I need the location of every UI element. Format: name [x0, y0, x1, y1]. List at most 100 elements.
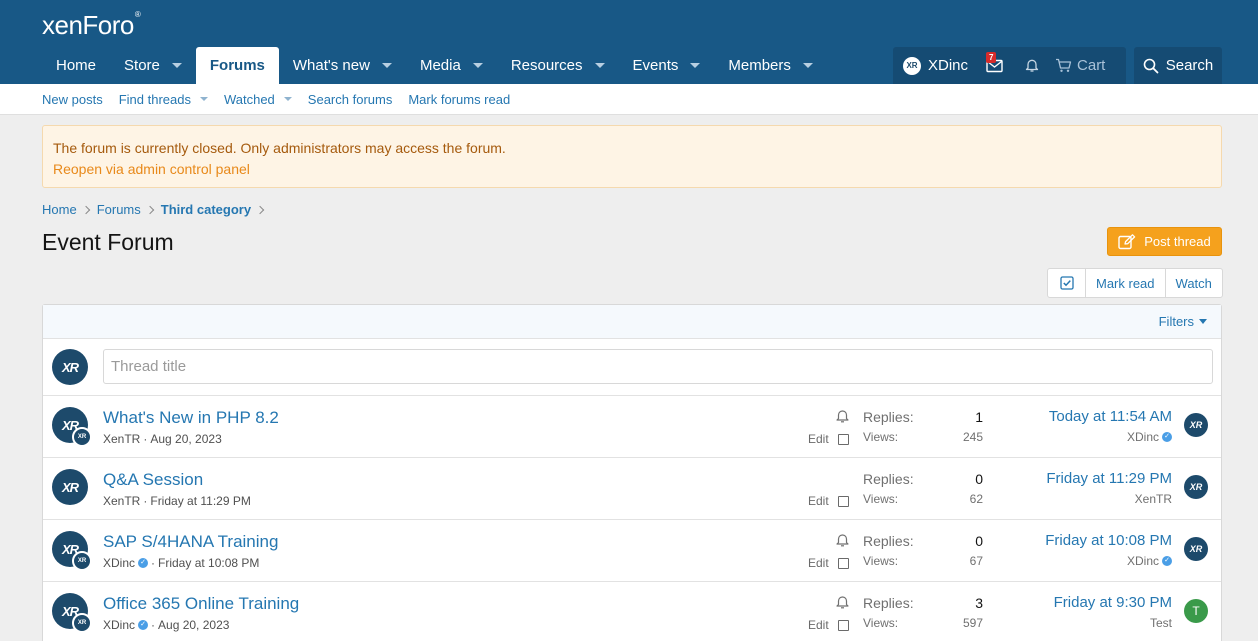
chevron-down-icon[interactable]	[802, 63, 813, 68]
breadcrumb-third-category[interactable]: Third category	[161, 202, 251, 217]
last-poster-mini-avatar[interactable]: XR	[72, 551, 92, 571]
verified-icon: ✓	[1162, 556, 1172, 566]
edit-link[interactable]: Edit	[808, 494, 829, 508]
subnav-find-threads[interactable]: Find threads	[119, 92, 208, 107]
avatar[interactable]: XR	[1184, 475, 1208, 499]
views-count: 245	[962, 430, 983, 444]
search-button[interactable]: Search	[1134, 47, 1222, 84]
alerts-button[interactable]	[1025, 47, 1039, 84]
table-row: XR Q&A Session XenTR · Friday at 11:29 PM Edi…	[43, 458, 1221, 520]
last-poster-mini-avatar[interactable]: XR	[72, 613, 92, 633]
site-logo[interactable]: xenForo®	[42, 10, 141, 41]
select-threads-button[interactable]	[1048, 269, 1085, 297]
select-checkbox[interactable]	[837, 495, 849, 507]
thread-author[interactable]: XenTR	[103, 494, 140, 508]
chevron-down-icon[interactable]	[171, 63, 182, 68]
thread-meta: XenTR · Friday at 11:29 PM	[103, 494, 251, 508]
last-poster: XenTR	[1135, 492, 1172, 506]
nav-tab-resources[interactable]: Resources	[497, 47, 619, 84]
views-label: Views:	[863, 554, 899, 568]
last-post-date[interactable]: Today at 11:54 AM	[1049, 408, 1172, 425]
chevron-down-icon[interactable]	[381, 63, 392, 68]
avatar[interactable]: XR	[52, 469, 88, 505]
cart-button[interactable]: Cart	[1055, 47, 1105, 84]
checkbox-icon	[1059, 276, 1074, 290]
nav-tab-events[interactable]: Events	[619, 47, 715, 84]
last-post-date[interactable]: Friday at 10:08 PM	[1045, 532, 1172, 549]
thread-rows: XR XR What's New in PHP 8.2 XenTR · Aug 20, 2…	[43, 396, 1221, 641]
mark-read-button[interactable]: Mark read	[1085, 269, 1165, 297]
nav-tab-whats-new[interactable]: What's new	[279, 47, 406, 84]
account-menu[interactable]: XR XDinc	[893, 47, 968, 84]
nav-tab-forums[interactable]: Forums	[195, 47, 279, 84]
post-thread-button[interactable]: Post thread	[1107, 227, 1222, 256]
forum-closed-notice: The forum is currently closed. Only admi…	[42, 125, 1222, 188]
select-checkbox[interactable]	[837, 433, 849, 445]
avatar[interactable]: XR	[52, 349, 88, 385]
nav-tab-home[interactable]: Home	[42, 47, 110, 84]
chevron-right-icon	[255, 205, 265, 214]
cart-label: Cart	[1077, 57, 1106, 74]
thread-title-link[interactable]: SAP S/4HANA Training	[103, 532, 278, 552]
nav-tab-media[interactable]: Media	[406, 47, 497, 84]
thread-author[interactable]: XenTR	[103, 432, 140, 446]
thread-start-date[interactable]: Friday at 11:29 PM	[150, 494, 251, 508]
subnav-new-posts[interactable]: New posts	[42, 92, 103, 107]
chevron-down-icon[interactable]	[594, 63, 605, 68]
avatar[interactable]: XR	[1184, 413, 1208, 437]
last-post-date[interactable]: Friday at 11:29 PM	[1046, 470, 1172, 487]
nav-tab-members[interactable]: Members	[714, 47, 827, 84]
thread-author[interactable]: XDinc	[103, 618, 135, 632]
replies-label: Replies:	[863, 409, 914, 425]
last-post-date[interactable]: Friday at 9:30 PM	[1054, 594, 1172, 611]
subnav-search-forums[interactable]: Search forums	[308, 92, 393, 107]
chevron-right-icon	[81, 205, 90, 214]
inbox-button[interactable]: 7	[986, 47, 1003, 84]
bell-icon	[836, 534, 849, 547]
thread-start-date[interactable]: Aug 20, 2023	[158, 618, 229, 632]
last-poster-name[interactable]: XDinc	[1127, 554, 1159, 568]
chevron-down-icon[interactable]	[199, 97, 208, 101]
last-poster-mini-avatar[interactable]: XR	[72, 427, 92, 447]
thread-start-date[interactable]: Aug 20, 2023	[150, 432, 221, 446]
edit-link[interactable]: Edit	[808, 432, 829, 446]
bell-icon	[836, 410, 849, 423]
bell-icon	[1025, 59, 1039, 72]
views-label: Views:	[863, 616, 899, 630]
nav-tab-store[interactable]: Store	[110, 47, 196, 84]
filters-button[interactable]: Filters	[1159, 314, 1207, 329]
thread-title-link[interactable]: Office 365 Online Training	[103, 594, 299, 614]
select-checkbox[interactable]	[837, 557, 849, 569]
chevron-down-icon[interactable]	[283, 97, 292, 101]
last-poster: Test	[1150, 616, 1172, 630]
thread-title-input[interactable]	[103, 349, 1213, 384]
breadcrumb-home[interactable]: Home	[42, 202, 77, 217]
edit-link[interactable]: Edit	[808, 556, 829, 570]
last-poster-name[interactable]: Test	[1150, 616, 1172, 630]
edit-link[interactable]: Edit	[808, 618, 829, 632]
chevron-down-icon[interactable]	[472, 63, 483, 68]
reopen-link[interactable]: Reopen via admin control panel	[53, 159, 1211, 180]
main-nav: Home Store Forums What's new Media Resou…	[42, 47, 827, 84]
last-poster-name[interactable]: XDinc	[1127, 430, 1159, 444]
thread-title-link[interactable]: What's New in PHP 8.2	[103, 408, 279, 428]
avatar[interactable]: T	[1184, 599, 1208, 623]
user-nav: XR XDinc 7 Cart	[893, 47, 1126, 84]
thread-author[interactable]: XDinc	[103, 556, 135, 570]
watch-button[interactable]: Watch	[1164, 269, 1222, 297]
thread-edit-controls: Edit	[808, 556, 849, 570]
thread-start-date[interactable]: Friday at 10:08 PM	[158, 556, 259, 570]
subnav-watched[interactable]: Watched	[224, 92, 292, 107]
thread-list: Filters XR XR XR What's New in PHP 8.2 XenT…	[42, 304, 1222, 641]
subnav-mark-forums-read[interactable]: Mark forums read	[408, 92, 510, 107]
thread-title-link[interactable]: Q&A Session	[103, 470, 203, 490]
select-checkbox[interactable]	[837, 619, 849, 631]
avatar[interactable]: XR	[1184, 537, 1208, 561]
replies-count: 0	[975, 471, 983, 487]
verified-icon: ✓	[138, 558, 149, 568]
chevron-down-icon[interactable]	[690, 63, 701, 68]
cart-icon	[1056, 58, 1072, 72]
chevron-right-icon	[145, 205, 154, 214]
breadcrumb-forums[interactable]: Forums	[97, 202, 141, 217]
last-poster-name[interactable]: XenTR	[1135, 492, 1172, 506]
